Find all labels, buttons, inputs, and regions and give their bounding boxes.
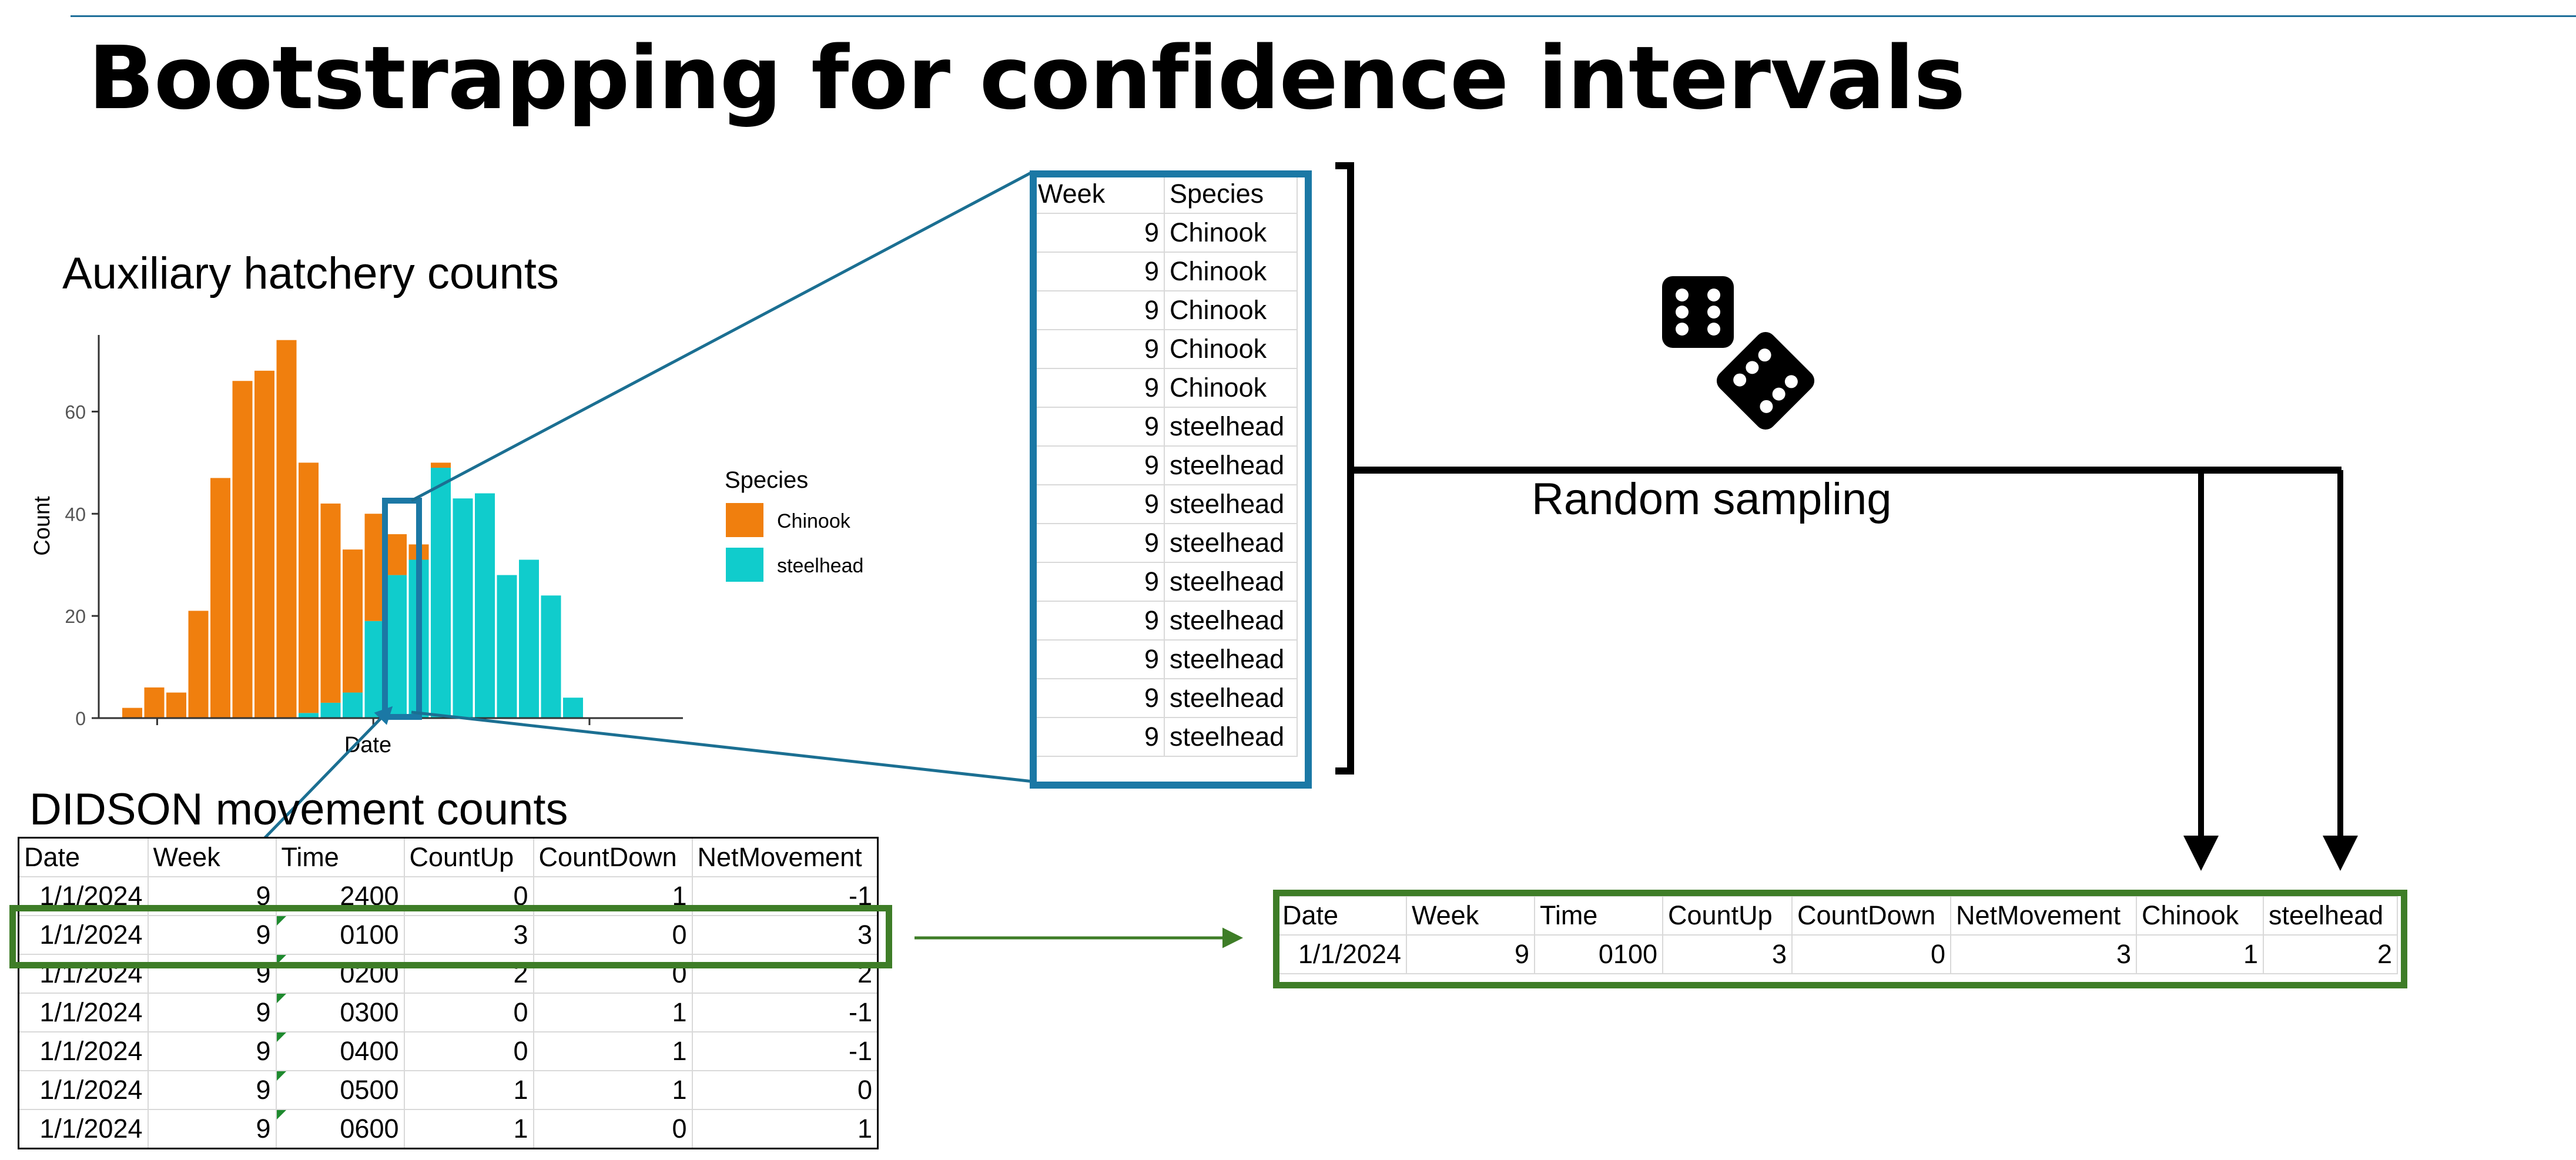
table-cell: 9 [147, 1031, 277, 1071]
table-cell: 0 [532, 1109, 693, 1149]
column-header: NetMovement [691, 837, 879, 877]
zoomed-week-frame [1030, 170, 1312, 789]
column-header: CountUp [403, 837, 534, 877]
table-cell: 1 [691, 1109, 879, 1149]
table-cell: 1 [532, 993, 693, 1032]
selected-row-highlight [9, 905, 892, 968]
result-row-frame [1273, 890, 2407, 988]
table-cell: 0600 [275, 1109, 405, 1149]
bracket-icon [1335, 162, 1354, 775]
table-cell: 0400 [275, 1031, 405, 1071]
table-cell: -1 [691, 993, 879, 1032]
column-header: Time [275, 837, 405, 877]
table-cell: 0 [691, 1070, 879, 1110]
table-cell: 1/1/2024 [18, 1109, 149, 1149]
die-front [1662, 276, 1734, 348]
table-cell: 0300 [275, 993, 405, 1032]
table-row: 1/1/2024 9 0500 1 1 0 [18, 1070, 879, 1110]
column-header: CountDown [532, 837, 693, 877]
table-cell: 1 [403, 1109, 534, 1149]
table-cell: -1 [691, 1031, 879, 1071]
didson-table: Date Week Time CountUp CountDown NetMovement … [18, 837, 879, 1149]
table-cell: 9 [147, 993, 277, 1032]
table-cell: 1 [532, 1070, 693, 1110]
table-cell: 9 [147, 1109, 277, 1149]
zoom-line-top [410, 170, 1034, 502]
zoom-line-bottom [411, 710, 1034, 783]
table-cell: 1/1/2024 [18, 993, 149, 1032]
table-cell: 1/1/2024 [18, 1031, 149, 1071]
table-cell: 0 [403, 993, 534, 1032]
didson-caption: DIDSON movement counts [29, 784, 568, 834]
column-header: Week [147, 837, 277, 877]
table-row: 1/1/2024 9 0400 0 1 -1 [18, 1031, 879, 1071]
table-cell: 0500 [275, 1070, 405, 1110]
column-header: Date [18, 837, 149, 877]
table-cell: 1/1/2024 [18, 1070, 149, 1110]
table-row: 1/1/2024 9 0300 0 1 -1 [18, 993, 879, 1032]
table-cell: 9 [147, 1070, 277, 1110]
table-cell: 1 [403, 1070, 534, 1110]
random-sampling-caption: Random sampling [1532, 474, 1892, 524]
table-row: 1/1/2024 9 0600 1 0 1 [18, 1109, 879, 1149]
dice-icon [1662, 276, 1815, 430]
table-cell: 1 [532, 1031, 693, 1071]
table-cell: 0 [403, 1031, 534, 1071]
